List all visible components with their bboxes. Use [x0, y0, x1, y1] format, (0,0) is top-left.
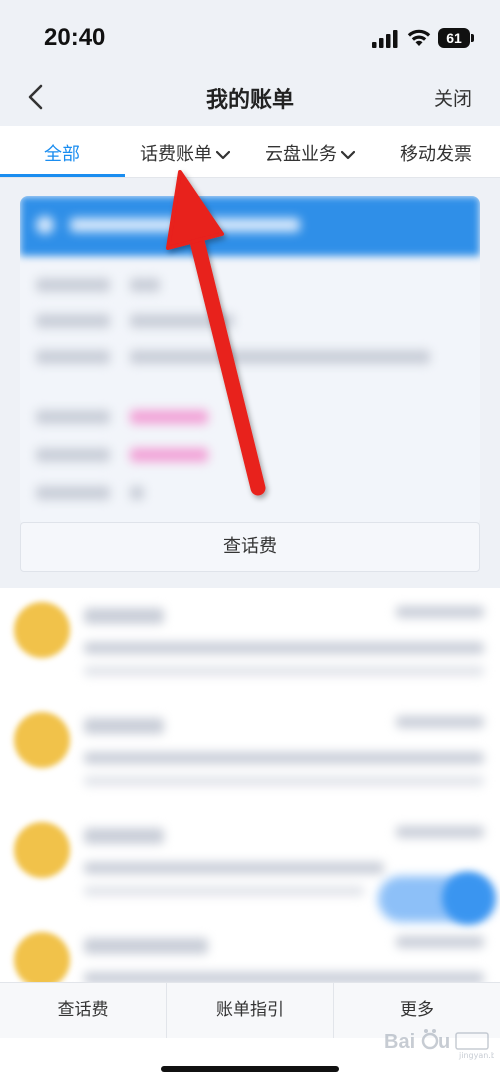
tab-cloud-service[interactable]: 云盘业务 [265, 140, 355, 166]
tab-all[interactable]: 全部 [44, 140, 80, 166]
bill-guide-button[interactable]: 账单指引 [167, 983, 333, 1039]
avatar [14, 712, 70, 768]
navigation-bar: 我的账单 关闭 [0, 72, 500, 126]
battery-icon: 61 [438, 28, 474, 48]
floating-action-icon[interactable] [442, 872, 494, 924]
tab-label: 移动发票 [400, 144, 472, 165]
list-item[interactable] [0, 918, 500, 982]
status-time: 20:40 [44, 24, 106, 51]
chevron-down-icon [216, 150, 230, 160]
list-item[interactable] [0, 698, 500, 808]
avatar [14, 602, 70, 658]
svg-text:u: u [438, 1031, 450, 1053]
bill-tabs: 全部 话费账单 云盘业务 移动发票 [0, 126, 500, 178]
message-list [0, 588, 500, 982]
battery-level: 61 [446, 30, 462, 46]
close-button[interactable]: 关闭 [434, 84, 472, 111]
bill-summary-card [20, 196, 480, 526]
home-indicator[interactable] [161, 1066, 339, 1072]
avatar [14, 932, 70, 982]
chevron-down-icon [341, 150, 355, 160]
baidu-watermark-logo: Bai u jingyan.baidu.com [384, 1029, 494, 1060]
active-tab-indicator [0, 174, 125, 177]
tab-mobile-invoice[interactable]: 移动发票 [400, 140, 472, 166]
status-bar: 20:40 61 [0, 0, 500, 72]
list-item[interactable] [0, 588, 500, 698]
tab-label: 全部 [44, 144, 80, 165]
tab-phone-bill[interactable]: 话费账单 [140, 140, 230, 166]
query-phone-bill-button[interactable]: 查话费 [20, 522, 480, 572]
page-title: 我的账单 [205, 88, 294, 113]
tab-label: 云盘业务 [265, 144, 337, 165]
bottom-query-phone-bill-button[interactable]: 查话费 [0, 983, 166, 1039]
tab-label: 话费账单 [140, 144, 212, 165]
avatar [14, 822, 70, 878]
svg-text:jingyan.baidu.com: jingyan.baidu.com [458, 1051, 494, 1060]
cellular-signal-icon [372, 30, 398, 48]
svg-text:Bai: Bai [384, 1031, 415, 1053]
wifi-icon [407, 29, 431, 46]
